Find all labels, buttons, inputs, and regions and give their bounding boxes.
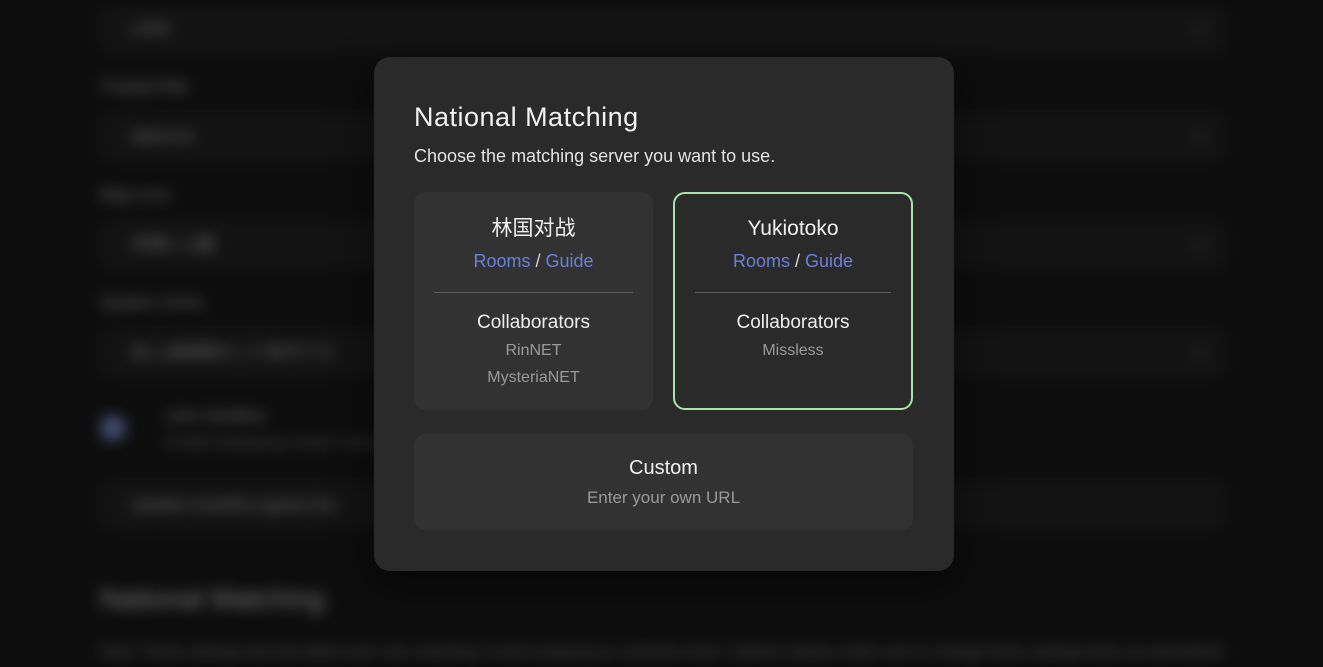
card-divider (695, 292, 891, 293)
server-name: 林国对战 (414, 214, 653, 244)
server-name: Yukiotoko (675, 214, 911, 244)
server-cards-row: 林国对战 Rooms / Guide Collaborators RinNET … (414, 192, 913, 410)
modal-title: National Matching (414, 102, 639, 133)
server-links: Rooms / Guide (675, 247, 911, 275)
collaborator-name: Missless (675, 337, 911, 364)
server-card-linguo[interactable]: 林国对战 Rooms / Guide Collaborators RinNET … (414, 192, 653, 410)
screen: LING Trophy/Title WACCA Map Icon 天冥V 上層 … (0, 0, 1323, 667)
rooms-link[interactable]: Rooms (473, 251, 530, 271)
collaborators-title: Collaborators (675, 309, 911, 337)
server-card-yukiotoko[interactable]: Yukiotoko Rooms / Guide Collaborators Mi… (673, 192, 913, 410)
national-matching-modal: National Matching Choose the matching se… (374, 57, 954, 571)
link-separator: / (535, 251, 545, 271)
card-divider (434, 292, 633, 293)
guide-link[interactable]: Guide (805, 251, 853, 271)
custom-card-title: Custom (414, 453, 913, 483)
collaborators-title: Collaborators (414, 309, 653, 337)
custom-server-card[interactable]: Custom Enter your own URL (414, 434, 913, 530)
server-links: Rooms / Guide (414, 247, 653, 275)
modal-subtitle: Choose the matching server you want to u… (414, 146, 775, 167)
custom-card-subtitle: Enter your own URL (414, 485, 913, 511)
collaborator-name: RinNET (414, 337, 653, 364)
link-separator: / (795, 251, 805, 271)
collaborator-name: MysteriaNET (414, 364, 653, 391)
rooms-link[interactable]: Rooms (733, 251, 790, 271)
guide-link[interactable]: Guide (546, 251, 594, 271)
